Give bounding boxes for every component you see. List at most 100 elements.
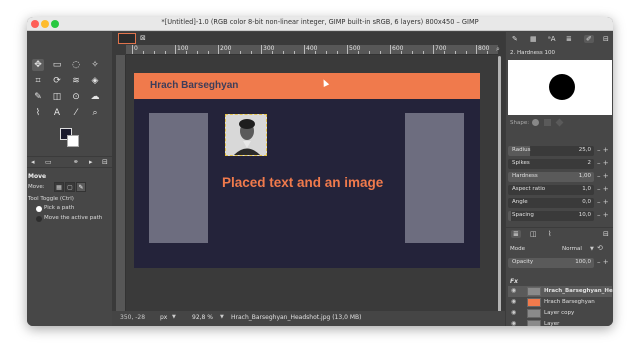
fonts-tab-icon[interactable]: ᵃA [548, 35, 556, 43]
layer-row[interactable]: ◉ Layer copy [508, 308, 612, 319]
brush-radius-slider[interactable]: Radius 25,0 [508, 146, 594, 156]
next-tab-icon[interactable]: ▸ [89, 158, 93, 166]
window-title: *[Untitled]-1.0 (RGB color 8-bit non-lin… [161, 18, 479, 26]
smudge-icon[interactable]: ☁ [89, 91, 101, 103]
brush-hardness-slider[interactable]: Hardness 1,00 [508, 172, 594, 182]
brush-shape-preview [549, 74, 575, 100]
lasso-icon[interactable]: ◌ [70, 59, 82, 71]
clone-icon[interactable]: ⊙ [70, 91, 82, 103]
ruler-tick [304, 45, 305, 54]
background-color-swatch[interactable] [67, 135, 79, 147]
eraser-icon[interactable]: ◫ [51, 91, 63, 103]
headshot-image[interactable] [225, 114, 267, 156]
move-active-path-label: Move the active path [44, 215, 103, 221]
horizontal-ruler[interactable]: 0 100 200 300 400 500 600 700 800 [126, 45, 498, 55]
brush-spacing-slider[interactable]: Spacing 10,0 [508, 211, 594, 221]
document-history-tab-icon[interactable]: ≣ [566, 35, 572, 43]
mode-select[interactable]: Normal [562, 246, 582, 252]
ruler-tick [132, 45, 133, 54]
stepper-buttons[interactable]: – + [597, 198, 609, 206]
mode-reset-icon[interactable]: ⟲ [597, 244, 603, 252]
image-canvas-area: ⊠ 0 100 200 300 400 500 600 700 800 ⌕ Hrach Bars… [112, 32, 505, 326]
prev-tab-icon[interactable]: ◂ [31, 158, 35, 166]
tool-options-tab[interactable]: ▭ [45, 158, 52, 166]
toolbox: ✥ ▭ ◌ ✧ ⌗ ⟳ ≋ ◈ ✎ ◫ ⊙ ☁ ⌇ A ⁄ ⌕ ◂ ▭ ⚭ ▸ ⊟ Move Move: ▦ … [27, 32, 112, 326]
brush-editor-tab-icon[interactable]: ✐ [584, 35, 594, 43]
rect-select-icon[interactable]: ▭ [51, 59, 63, 71]
image-canvas[interactable]: Hrach Barseghyan Placed text and an imag… [134, 73, 480, 268]
device-status-tab[interactable]: ⚭ [73, 158, 79, 166]
layer-name: Layer copy [544, 310, 575, 316]
patterns-tab-icon[interactable]: ▦ [530, 35, 537, 43]
pick-path-radio[interactable] [36, 206, 42, 212]
vertical-ruler[interactable] [116, 55, 126, 313]
unit-selector[interactable]: px [160, 314, 167, 321]
layer-name: Layer [544, 321, 560, 326]
ruler-tick [218, 45, 219, 54]
ruler-label: 0 [134, 45, 138, 52]
layer-row[interactable]: ◉ Layer [508, 319, 612, 326]
warp-icon[interactable]: ≋ [70, 75, 82, 87]
move-layer-button[interactable]: ▦ [54, 182, 64, 192]
ruler-minor-tick [229, 51, 230, 54]
stepper-buttons[interactable]: – + [597, 146, 609, 154]
zoom-toggle-icon[interactable]: ⌕ [496, 45, 500, 54]
status-filename: Hrach_Barseghyan_Headshot.jpg (13,0 MB) [231, 314, 362, 321]
layer-row[interactable]: ◉ Hrach_Barseghyan_Hea [508, 286, 613, 297]
diamond-shape-option[interactable] [555, 118, 564, 127]
square-shape-option[interactable] [544, 119, 551, 126]
move-selection-button[interactable]: ▢ [65, 182, 75, 192]
transform-icon[interactable]: ⟳ [51, 75, 63, 87]
layer-row[interactable]: ◉ Hrach Barseghyan [508, 297, 612, 308]
pick-path-label: Pick a path [44, 205, 75, 211]
color-picker-icon[interactable]: ⁄ [70, 107, 82, 119]
slider-value: 1,00 [578, 173, 591, 179]
vertical-scrollbar[interactable] [498, 56, 501, 312]
crop-icon[interactable]: ⌗ [32, 75, 44, 87]
slider-value: 1,0 [582, 186, 591, 192]
paths-tab-icon[interactable]: ⌇ [548, 230, 551, 238]
move-path-button[interactable]: ✎ [76, 182, 86, 192]
dock-menu-icon[interactable]: ⊟ [603, 35, 609, 43]
circle-shape-option[interactable] [532, 119, 539, 126]
ruler-minor-tick [294, 51, 295, 54]
brush-angle-slider[interactable]: Angle 0,0 [508, 198, 594, 208]
text-icon[interactable]: A [51, 107, 63, 119]
layer-thumbnail [527, 287, 541, 296]
layers-menu-icon[interactable]: ⊟ [603, 230, 609, 238]
ruler-minor-tick [283, 51, 284, 54]
move-active-path-radio[interactable] [36, 216, 42, 222]
opacity-slider[interactable]: Opacity 100,0 [508, 258, 594, 268]
brush-aspect-ratio-slider[interactable]: Aspect ratio 1,0 [508, 185, 594, 195]
image-tab-thumbnail[interactable] [118, 33, 136, 44]
paintbrush-icon[interactable]: ✎ [32, 91, 44, 103]
zoom-icon[interactable]: ⌕ [89, 107, 101, 119]
unit-dropdown-icon[interactable]: ▼ [172, 314, 176, 320]
opacity-stepper[interactable]: – + [597, 258, 609, 266]
slider-label: Hardness [512, 173, 538, 179]
stepper-buttons[interactable]: – + [597, 185, 609, 193]
stepper-buttons[interactable]: – + [597, 211, 609, 219]
layers-tab-icon[interactable]: ≣ [511, 230, 521, 238]
paths-icon[interactable]: ⌇ [32, 107, 44, 119]
visibility-eye-icon[interactable]: ◉ [511, 287, 516, 294]
brushes-tab-icon[interactable]: ✎ [512, 35, 518, 43]
tab-menu-icon[interactable]: ⊟ [102, 158, 108, 166]
stepper-buttons[interactable]: – + [597, 172, 609, 180]
fuzzy-select-icon[interactable]: ✧ [89, 59, 101, 71]
mode-dropdown-icon[interactable]: ▼ [590, 246, 594, 252]
visibility-eye-icon[interactable]: ◉ [511, 309, 516, 316]
zoom-dropdown-icon[interactable]: ▼ [220, 314, 224, 320]
close-image-tab-icon[interactable]: ⊠ [140, 34, 146, 42]
move-icon[interactable]: ✥ [32, 59, 44, 71]
channels-tab-icon[interactable]: ◫ [530, 230, 537, 238]
stepper-buttons[interactable]: – + [597, 159, 609, 167]
brush-spikes-slider[interactable]: Spikes 2 [508, 159, 594, 169]
zoom-level[interactable]: 92,8 % [192, 314, 213, 321]
visibility-eye-icon[interactable]: ◉ [511, 320, 516, 326]
slider-label: Aspect ratio [512, 186, 546, 192]
layers-dock-tabs: ≣ ◫ ⌇ ⊟ [506, 227, 613, 239]
bucket-fill-icon[interactable]: ◈ [89, 75, 101, 87]
visibility-eye-icon[interactable]: ◉ [511, 298, 516, 305]
slider-label: Spacing [512, 212, 534, 218]
